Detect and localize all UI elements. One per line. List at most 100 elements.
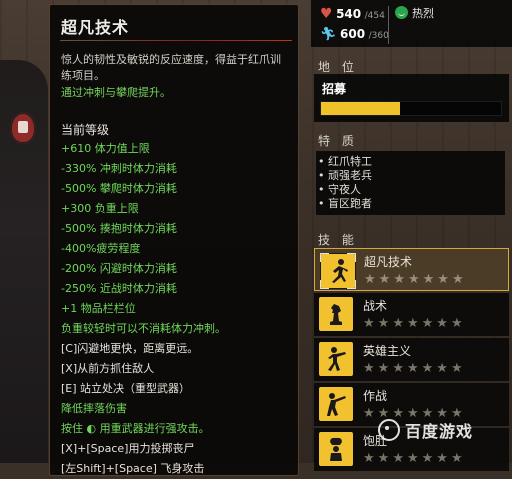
selection-corner	[320, 280, 329, 289]
star-icon: ★	[422, 272, 438, 287]
star-icon: ★	[450, 451, 466, 466]
running-icon: 🏃︎	[320, 27, 337, 42]
star-icon: ★	[393, 272, 408, 287]
mood-label: 热烈	[412, 7, 434, 20]
chess-piece-icon	[319, 297, 353, 331]
martial-arts-icon	[319, 342, 353, 376]
star-icon: ★	[451, 272, 467, 287]
skill-stars: ★★★★★★★	[364, 272, 467, 287]
star-icon: ★	[437, 272, 452, 287]
bonus-item: 负重较轻时可以不消耗体力冲刺。	[61, 322, 226, 335]
trait-item: 红爪特工	[316, 155, 505, 169]
rank-progress-bar	[320, 101, 502, 116]
bonus-item: -500% 攀爬时体力消耗	[61, 182, 177, 195]
current-level-label: 当前等级	[61, 123, 110, 137]
star-icon: ★	[363, 451, 378, 466]
star-icon: ★	[436, 361, 451, 376]
traits-list: 红爪特工顽强老兵守夜人盲区跑者	[316, 151, 505, 211]
stamina-max: /360	[368, 31, 389, 41]
star-icon: ★	[421, 316, 437, 331]
star-icon: ★	[377, 316, 393, 331]
watermark: 百度游戏	[378, 418, 510, 444]
health-max: /454	[364, 11, 385, 21]
star-icon: ★	[363, 406, 378, 421]
skill-item-1[interactable]: 超凡技术 ★★★★★★★	[314, 248, 509, 291]
skill-name: 超凡技术	[364, 255, 413, 269]
bonus-item: [X]+[Space]用力投掷丧尸	[61, 442, 195, 455]
skill-description: 惊人的韧性及敏锐的反应速度，得益于红爪训练项目。	[61, 53, 281, 82]
bonus-item: +610 体力值上限	[61, 142, 150, 155]
bonus-list: +610 体力值上限 -330% 冲刺时体力消耗 -500% 攀爬时体力消耗 +300…	[61, 139, 296, 479]
character-silhouette	[0, 60, 48, 463]
skill-item-3[interactable]: 英雄主义 ★★★★★★★	[314, 338, 509, 381]
chef-icon	[319, 432, 353, 466]
skill-stars: ★★★★★★★	[363, 316, 466, 331]
bonus-item: 按住 ◐ 用重武器进行强攻击。	[61, 422, 210, 435]
skill-detail-title: 超凡技术	[61, 18, 130, 37]
star-icon: ★	[406, 451, 422, 466]
smiley-icon	[395, 6, 408, 19]
health-row: ♥ 540 /454	[320, 5, 385, 23]
star-icon: ★	[364, 272, 379, 287]
bonus-item: 降低摔落伤害	[61, 402, 127, 415]
health-value: 540	[336, 7, 362, 21]
skill-stars: ★★★★★★★	[363, 361, 466, 376]
bonus-item: [E] 站立处决（重型武器）	[61, 382, 191, 395]
rank-label: 招募	[322, 82, 347, 96]
skill-name: 战术	[363, 299, 388, 313]
mood-row: 热烈	[395, 5, 434, 23]
bonus-item: -500% 揍抱时体力消耗	[61, 222, 177, 235]
skill-stars: ★★★★★★★	[363, 451, 466, 466]
stats-divider	[388, 6, 389, 44]
traits-section-title: 特 质	[318, 134, 358, 148]
skill-item-2[interactable]: 战术 ★★★★★★★	[314, 293, 509, 336]
bonus-item: -200% 闪避时体力消耗	[61, 262, 177, 275]
skill-name: 作战	[363, 389, 388, 403]
selection-corner	[347, 253, 356, 262]
star-icon: ★	[407, 272, 423, 287]
star-icon: ★	[363, 316, 378, 331]
title-divider	[60, 40, 292, 41]
star-icon: ★	[378, 272, 394, 287]
skill-detail-panel: 超凡技术 惊人的韧性及敏锐的反应速度，得益于红爪训练项目。 通过冲刺与攀爬提升。…	[49, 4, 299, 476]
trait-item: 盲区跑者	[316, 197, 505, 211]
skill-name: 英雄主义	[363, 344, 412, 358]
bonus-item: [X]从前方抓住敌人	[61, 362, 155, 375]
star-icon: ★	[450, 361, 466, 376]
star-icon: ★	[363, 361, 378, 376]
stats-panel: ♥ 540 /454 🏃︎ 600 /360 热烈	[311, 0, 512, 47]
trait-item: 守夜人	[316, 183, 505, 197]
bonus-item: -400%疲劳程度	[61, 242, 141, 255]
heart-icon: ♥	[320, 6, 333, 22]
star-icon: ★	[406, 361, 422, 376]
rank-progress-fill	[321, 102, 401, 115]
star-icon: ★	[436, 316, 451, 331]
star-icon: ★	[377, 451, 393, 466]
traits-panel: 红爪特工顽强老兵守夜人盲区跑者	[316, 151, 505, 215]
star-icon: ★	[450, 316, 466, 331]
skills-section-title: 技 能	[318, 233, 358, 247]
running-man-icon	[320, 253, 356, 289]
star-icon: ★	[421, 451, 437, 466]
shooter-icon	[319, 387, 353, 421]
shoulder-patch	[10, 112, 36, 144]
bonus-item: [C]闪避地更快，距离更远。	[61, 342, 199, 355]
star-icon: ★	[392, 361, 407, 376]
star-icon: ★	[392, 451, 407, 466]
bonus-item: +1 物品栏栏位	[61, 302, 136, 315]
selection-corner	[347, 280, 356, 289]
bonus-item: +300 负重上限	[61, 202, 139, 215]
bonus-item: [左Shift]+[Space] 飞身攻击	[61, 462, 205, 475]
star-icon: ★	[421, 361, 437, 376]
star-icon: ★	[377, 361, 393, 376]
upgrade-hint: 通过冲刺与攀爬提升。	[61, 86, 171, 99]
bonus-item: -330% 冲刺时体力消耗	[61, 162, 177, 175]
bonus-item: -250% 近战时体力消耗	[61, 282, 177, 295]
baidu-logo-icon	[378, 419, 400, 441]
star-icon: ★	[392, 316, 407, 331]
star-icon: ★	[406, 316, 422, 331]
rank-section-title: 地 位	[318, 60, 358, 74]
selection-corner	[320, 253, 329, 262]
watermark-text: 百度游戏	[405, 422, 474, 441]
stamina-value: 600	[340, 27, 366, 41]
